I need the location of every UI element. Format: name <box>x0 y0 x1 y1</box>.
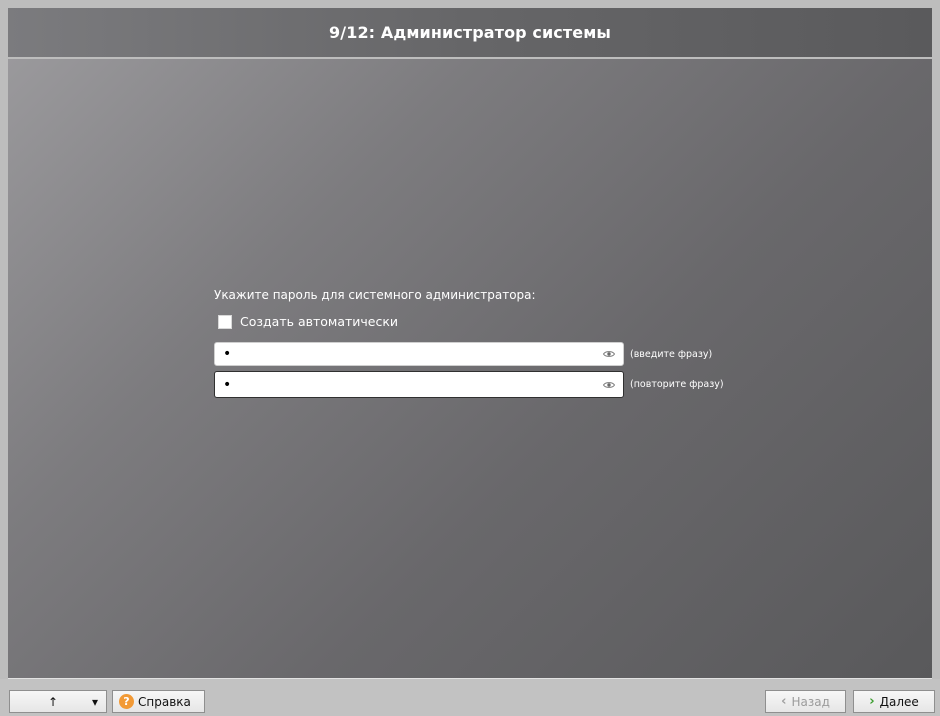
up-button[interactable]: ↑ ▾ <box>9 690 107 713</box>
dropdown-arrow-icon[interactable]: ▾ <box>92 695 98 709</box>
chevron-right-icon: › <box>869 694 875 709</box>
help-label: Справка <box>138 694 191 709</box>
footer-bar: ↑ ▾ ? Справка ‹ Назад › Далее <box>0 679 940 716</box>
next-button[interactable]: › Далее <box>853 690 935 713</box>
password-confirm-row: • (повторите фразу) <box>214 371 724 398</box>
help-icon: ? <box>119 694 134 709</box>
content-area: Укажите пароль для системного администра… <box>8 59 932 678</box>
next-label: Далее <box>879 694 919 709</box>
password-confirm-value: • <box>223 376 232 393</box>
eye-icon[interactable] <box>603 381 615 389</box>
auto-generate-label: Создать автоматически <box>240 314 399 329</box>
password-value: • <box>223 346 232 362</box>
step-title: 9/12: Администратор системы <box>329 23 611 42</box>
auto-generate-checkbox[interactable] <box>218 314 232 329</box>
chevron-left-icon: ‹ <box>781 694 787 709</box>
password-confirm-input[interactable]: • <box>214 371 624 398</box>
installer-window: 9/12: Администратор системы Укажите паро… <box>0 0 940 716</box>
auto-generate-option[interactable]: Создать автоматически <box>218 314 398 329</box>
up-arrow-icon: ↑ <box>48 694 59 709</box>
step-header: 9/12: Администратор системы <box>8 8 932 57</box>
password-input[interactable]: • <box>214 342 624 366</box>
password-confirm-hint: (повторите фразу) <box>630 379 724 390</box>
help-button[interactable]: ? Справка <box>112 690 205 713</box>
password-prompt: Укажите пароль для системного администра… <box>214 288 536 302</box>
password-hint: (введите фразу) <box>630 348 713 360</box>
back-button[interactable]: ‹ Назад <box>765 690 846 713</box>
password-row: • (введите фразу) <box>214 342 712 366</box>
eye-icon[interactable] <box>603 350 615 358</box>
back-label: Назад <box>791 694 830 709</box>
